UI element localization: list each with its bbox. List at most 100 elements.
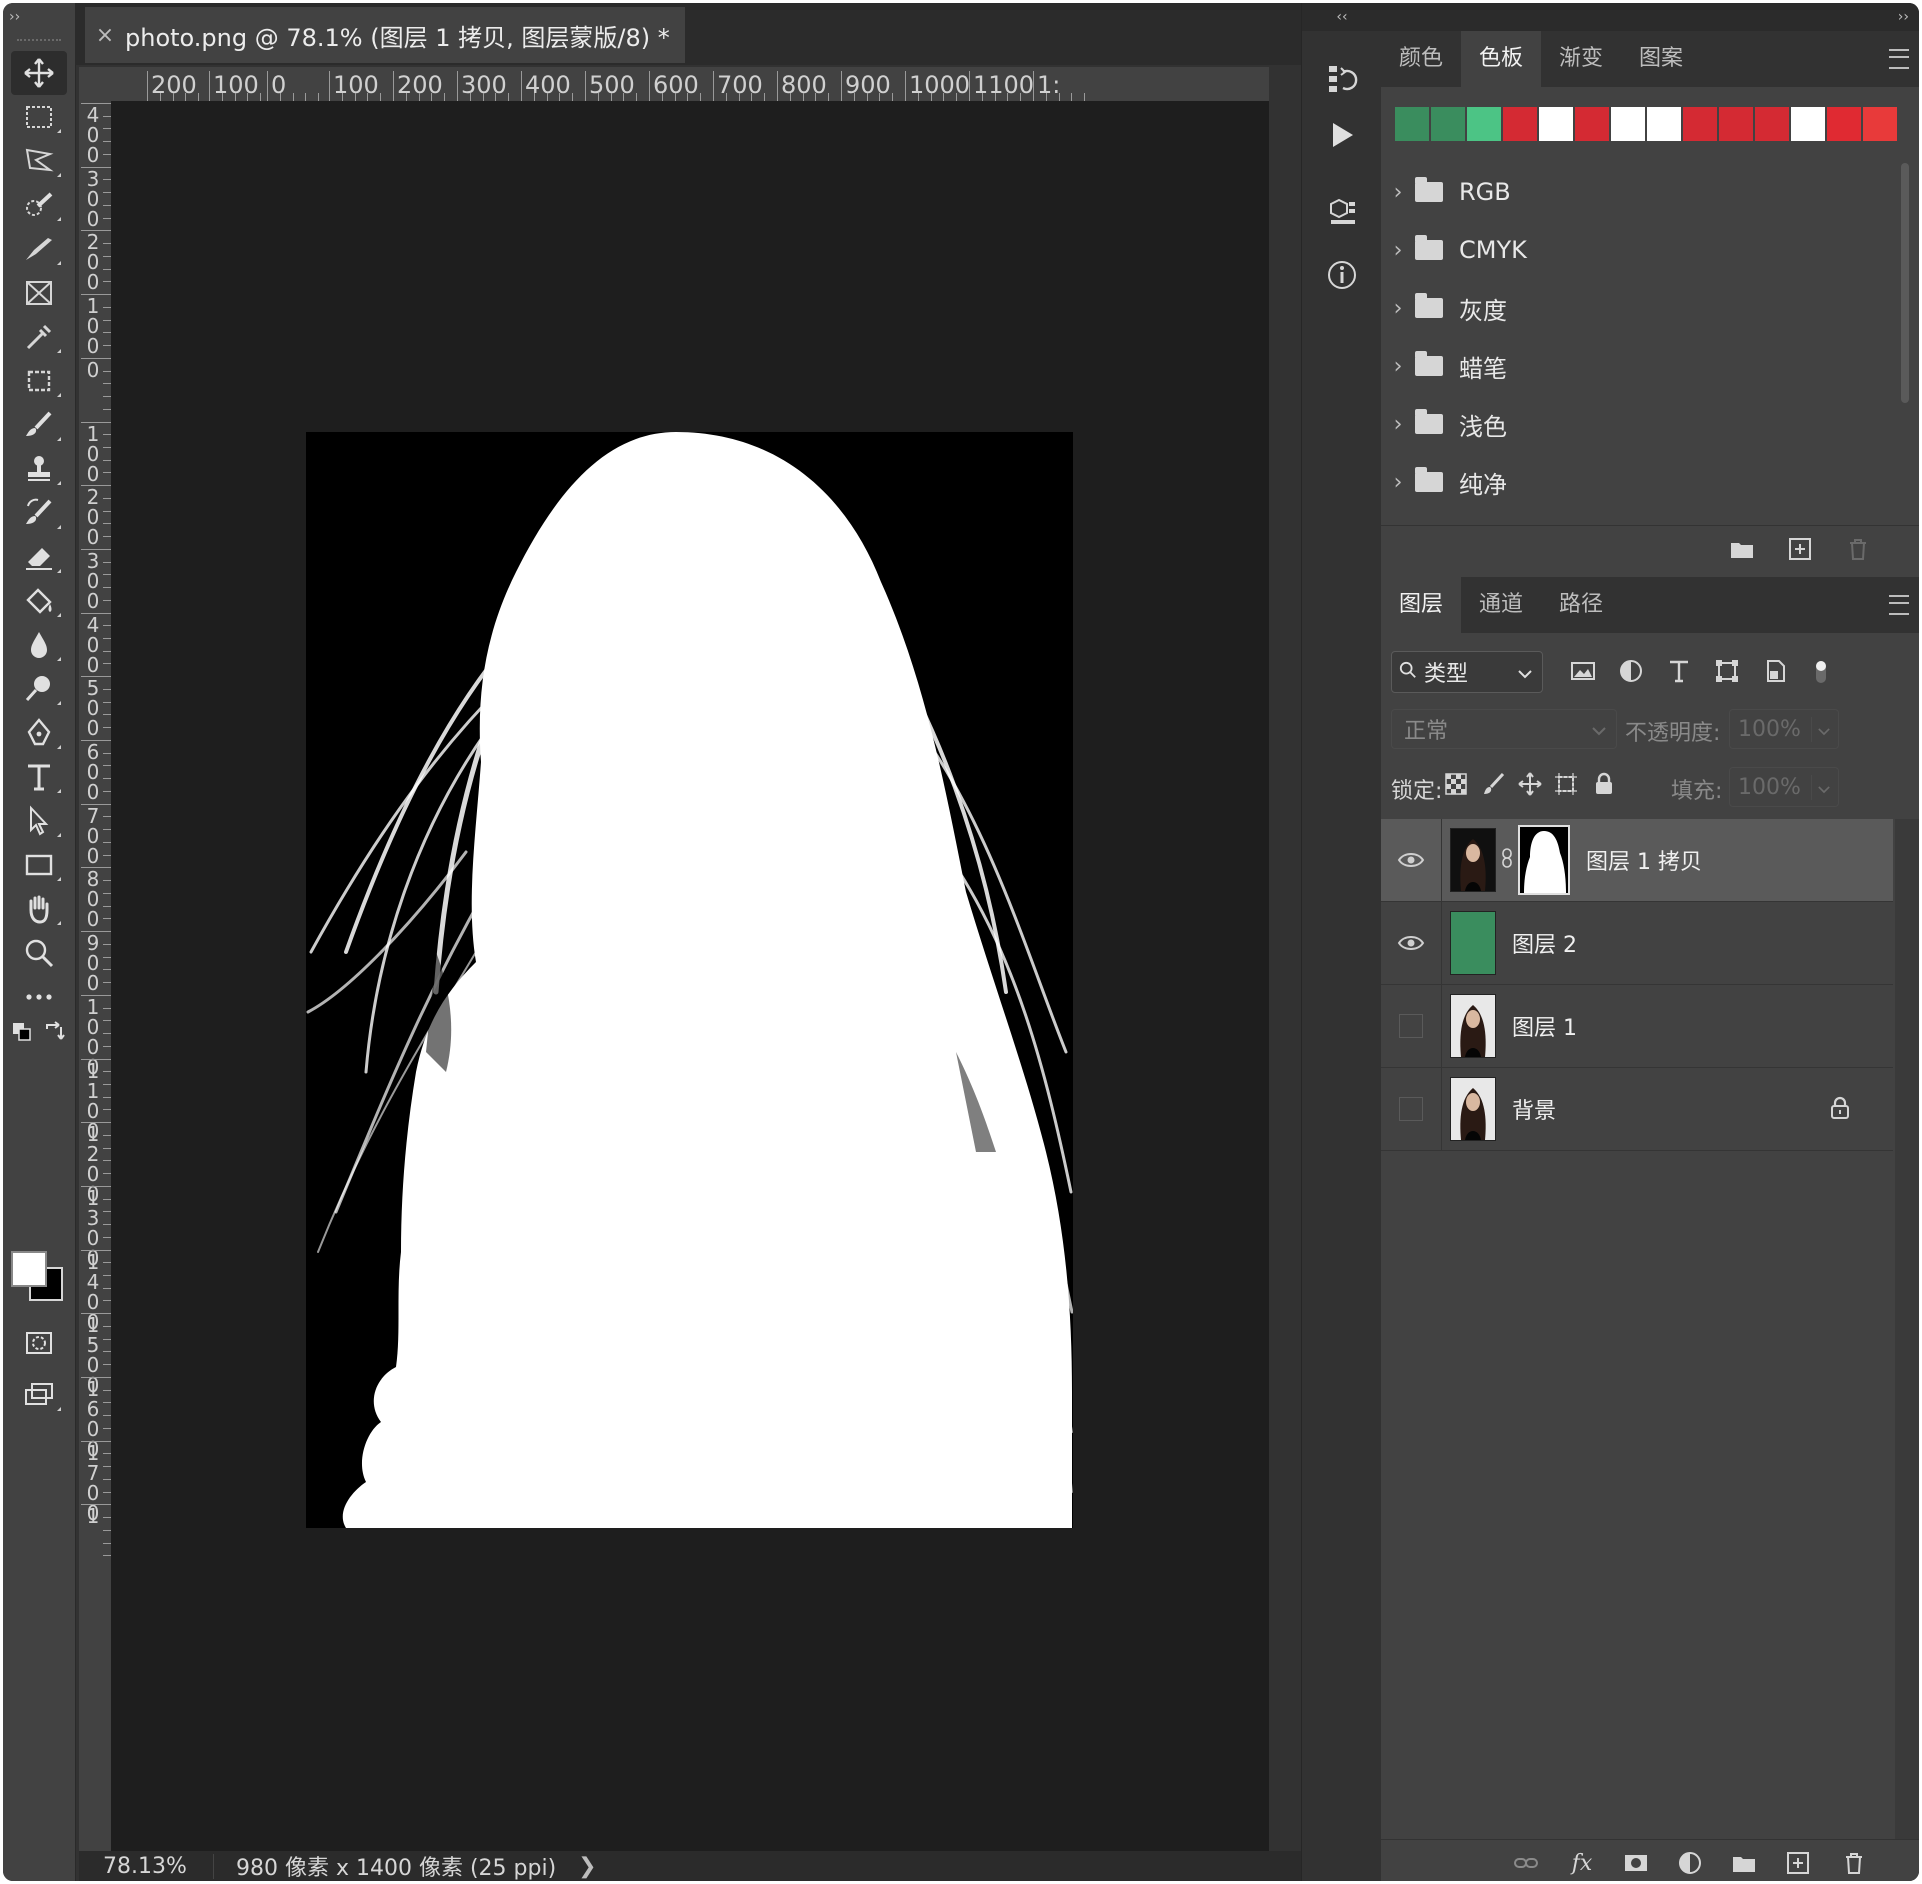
layer-filter-dropdown[interactable]: 类型	[1391, 651, 1543, 693]
visibility-toggle[interactable]	[1381, 985, 1442, 1067]
mask-link-icon[interactable]	[1496, 847, 1518, 874]
swatch-9[interactable]	[1719, 107, 1753, 141]
layers-panel-menu-icon[interactable]	[1889, 595, 1909, 615]
tab-gradients[interactable]: 渐变	[1541, 31, 1621, 87]
quick-mask-button[interactable]	[11, 1321, 67, 1365]
filter-shape-layers-icon[interactable]	[1711, 655, 1743, 687]
swatch-group-light[interactable]: › 浅色	[1381, 395, 1919, 453]
tab-swatches[interactable]: 色板	[1461, 31, 1542, 87]
foreground-color-swatch[interactable]	[11, 1251, 47, 1287]
layer-row-layer-1-copy[interactable]: 图层 1 拷贝	[1381, 819, 1893, 902]
link-layers-icon[interactable]	[1511, 1848, 1541, 1878]
swatch-6[interactable]	[1611, 107, 1645, 141]
new-group-icon[interactable]	[1729, 1848, 1759, 1878]
swatch-group-pastel[interactable]: › 蜡笔	[1381, 337, 1919, 395]
swatch-3[interactable]	[1503, 107, 1537, 141]
document-tab[interactable]: × photo.png @ 78.1% (图层 1 拷贝, 图层蒙版/8) *	[85, 7, 685, 63]
swatch-group-rgb[interactable]: › RGB	[1381, 163, 1919, 221]
layer-thumbnail[interactable]	[1450, 994, 1496, 1058]
swatch-1[interactable]	[1431, 107, 1465, 141]
edit-toolbar-button[interactable]	[11, 975, 67, 1019]
layer-row-background[interactable]: 背景	[1381, 1068, 1893, 1151]
path-selection-tool[interactable]	[11, 799, 67, 843]
layer-thumbnail[interactable]	[1450, 911, 1496, 975]
visibility-toggle[interactable]	[1381, 902, 1442, 984]
new-swatch-icon[interactable]	[1785, 534, 1815, 564]
toolbar-grip[interactable]	[17, 39, 61, 47]
layer-name[interactable]: 背景	[1512, 1093, 1556, 1125]
adjustment-layer-icon[interactable]	[1675, 1848, 1705, 1878]
dodge-tool[interactable]	[11, 667, 67, 711]
filter-smart-objects-icon[interactable]	[1759, 655, 1791, 687]
swatch-4[interactable]	[1539, 107, 1573, 141]
layer-row-layer-2[interactable]: 图层 2	[1381, 902, 1893, 985]
swatch-10[interactable]	[1755, 107, 1789, 141]
swatch-group-grayscale[interactable]: › 灰度	[1381, 279, 1919, 337]
close-tab-button[interactable]: ×	[85, 23, 125, 48]
crop-tool[interactable]	[11, 359, 67, 403]
status-menu-arrow[interactable]: ❯	[556, 1854, 596, 1879]
swatch-12[interactable]	[1827, 107, 1861, 141]
tab-patterns[interactable]: 图案	[1621, 31, 1701, 87]
rectangular-marquee-tool[interactable]	[11, 95, 67, 139]
swatch-13[interactable]	[1863, 107, 1897, 141]
layer-row-layer-1[interactable]: 图层 1	[1381, 985, 1893, 1068]
new-layer-icon[interactable]	[1783, 1848, 1813, 1878]
type-tool[interactable]	[11, 755, 67, 799]
paint-bucket-tool[interactable]	[11, 579, 67, 623]
actions-play-icon[interactable]	[1318, 111, 1366, 159]
tab-paths[interactable]: 路径	[1541, 577, 1621, 633]
healing-brush-tool[interactable]	[11, 227, 67, 271]
pen-tool[interactable]	[11, 711, 67, 755]
fill-field[interactable]: 100%	[1729, 767, 1839, 807]
dock-collapse-button[interactable]: ‹‹	[1302, 3, 1382, 31]
tab-color[interactable]: 颜色	[1381, 31, 1461, 87]
info-icon[interactable]	[1318, 251, 1366, 299]
vertical-ruler[interactable]: 4003002001000100200300400500600700800900…	[79, 101, 111, 1853]
swatch-group-cmyk[interactable]: › CMYK	[1381, 221, 1919, 279]
layer-name[interactable]: 图层 1	[1512, 1010, 1577, 1042]
screen-mode-button[interactable]	[11, 1373, 67, 1417]
lock-all-icon[interactable]	[1589, 769, 1619, 799]
layer-mask-thumbnail[interactable]	[1518, 825, 1570, 895]
delete-layer-icon[interactable]	[1839, 1848, 1869, 1878]
3d-icon[interactable]	[1318, 189, 1366, 237]
layer-name[interactable]: 图层 2	[1512, 927, 1577, 959]
zoom-level[interactable]: 78.13%	[79, 1853, 214, 1879]
blur-tool[interactable]	[11, 623, 67, 667]
default-colors-icon[interactable]	[11, 1021, 33, 1043]
quick-selection-tool[interactable]	[11, 183, 67, 227]
panel-collapse-button[interactable]: ››	[1381, 3, 1919, 31]
layer-thumbnail[interactable]	[1450, 1077, 1496, 1141]
swatch-0[interactable]	[1395, 107, 1429, 141]
swatches-scrollbar[interactable]	[1901, 163, 1909, 403]
layer-name[interactable]: 图层 1 拷贝	[1586, 844, 1702, 876]
history-icon[interactable]	[1318, 55, 1366, 103]
swatch-group-pure[interactable]: › 纯净	[1381, 453, 1919, 511]
horizontal-ruler[interactable]: 200 100 0 100 200 300 400 500 600 700 800 900 1000 11…	[111, 67, 1269, 101]
rectangle-tool[interactable]	[11, 843, 67, 887]
toolbar-collapse-button[interactable]: ››	[9, 9, 20, 25]
lock-position-icon[interactable]	[1515, 769, 1545, 799]
eraser-tool[interactable]	[11, 535, 67, 579]
clone-stamp-tool[interactable]	[11, 447, 67, 491]
zoom-tool[interactable]	[11, 931, 67, 975]
layer-mask-image[interactable]	[306, 432, 1074, 1528]
layer-lock-icon[interactable]	[1829, 1096, 1851, 1120]
swatch-8[interactable]	[1683, 107, 1717, 141]
visibility-toggle[interactable]	[1381, 1068, 1442, 1150]
history-brush-tool[interactable]	[11, 491, 67, 535]
frame-tool[interactable]	[11, 271, 67, 315]
add-mask-icon[interactable]	[1621, 1848, 1651, 1878]
polygonal-lasso-tool[interactable]	[11, 139, 67, 183]
blend-mode-dropdown[interactable]: 正常	[1391, 709, 1617, 749]
lock-artboard-icon[interactable]	[1551, 769, 1581, 799]
filter-type-layers-icon[interactable]	[1663, 655, 1695, 687]
swatch-2[interactable]	[1467, 107, 1501, 141]
opacity-field[interactable]: 100%	[1729, 709, 1839, 749]
layer-thumbnail[interactable]	[1450, 828, 1496, 892]
filter-toggle-icon[interactable]	[1805, 655, 1837, 687]
delete-swatch-icon[interactable]	[1843, 534, 1873, 564]
new-group-folder-icon[interactable]	[1727, 534, 1757, 564]
swatch-7[interactable]	[1647, 107, 1681, 141]
